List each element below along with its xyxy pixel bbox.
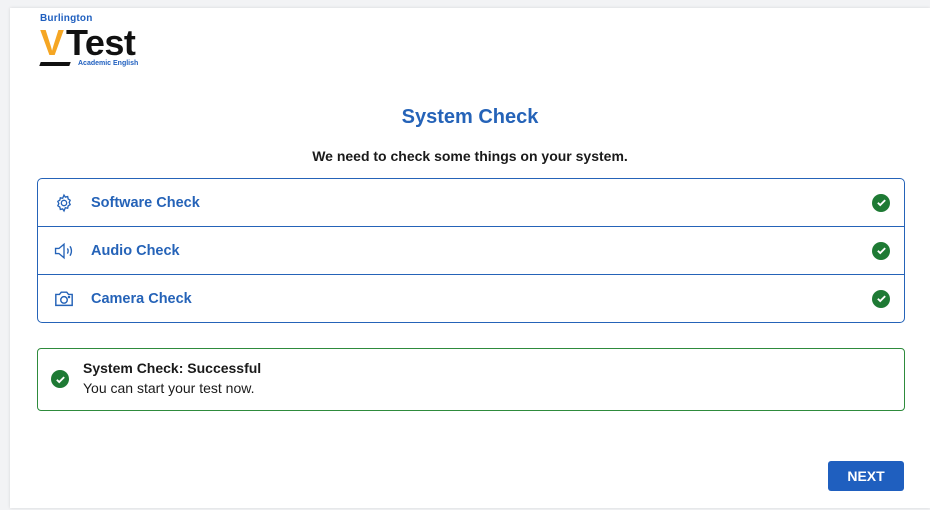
logo-test: Test [66,22,136,63]
check-label: Software Check [91,194,200,211]
vtest-logo: Burlington V Test Academic English [39,13,180,75]
check-circle-icon [872,289,890,308]
speaker-icon [53,240,75,262]
next-button[interactable]: NEXT [828,461,904,491]
check-circle-icon [51,370,69,388]
check-label: Camera Check [91,290,192,307]
logo-subtitle: Academic English [78,60,139,67]
gear-icon [53,192,75,214]
result-message: You can start your test now. [83,380,255,396]
logo-underline [39,62,71,66]
check-circle-icon [872,241,890,260]
system-check-result: System Check: Successful You can start y… [37,348,905,411]
camera-icon [53,288,75,310]
software-check-row: Software Check [38,179,904,227]
page-title: System Check [401,106,539,128]
check-circle-icon [872,193,890,212]
result-title: System Check: Successful [83,360,262,376]
camera-check-row: Camera Check [38,275,904,322]
audio-check-row: Audio Check [38,227,904,275]
check-label: Audio Check [91,242,180,259]
app-frame: Burlington V Test Academic English Syste… [10,8,930,508]
system-check-list: Software Check Audio Check Camera Check [37,178,905,323]
page-subtitle: We need to check some things on your sys… [312,148,628,164]
logo-v: V [40,22,65,63]
